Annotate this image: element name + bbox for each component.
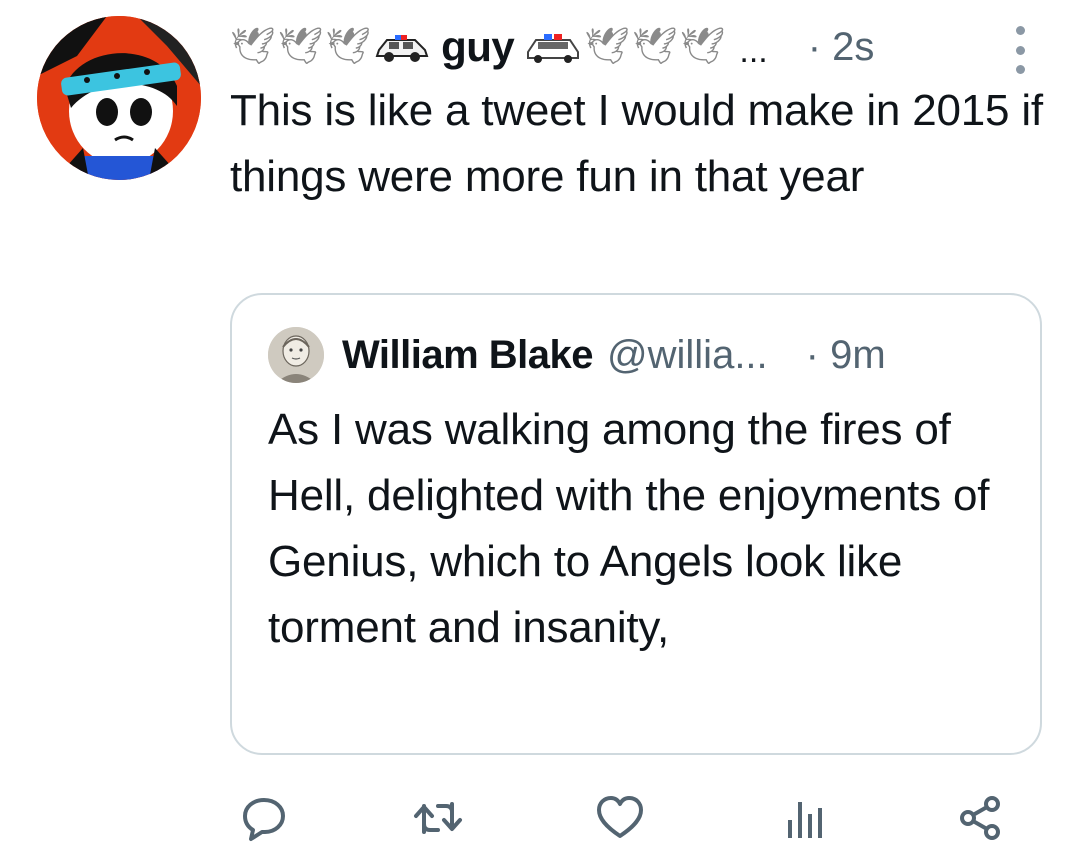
dove-icon: 🕊: [631, 26, 678, 67]
quoted-timestamp: · 9m: [805, 332, 886, 377]
quoted-author-avatar: [268, 327, 324, 383]
more-options-icon[interactable]: [1000, 22, 1040, 78]
police-car-icon: [524, 30, 582, 64]
police-car-icon: [373, 30, 431, 64]
dove-icon: 🕊: [679, 26, 726, 67]
quoted-tweet[interactable]: William Blake @willia... · 9m As I was w…: [230, 293, 1042, 755]
analytics-icon: [788, 802, 822, 838]
views-button[interactable]: [776, 790, 832, 846]
reply-button[interactable]: [236, 790, 292, 846]
author-avatar[interactable]: [37, 16, 201, 180]
heart-icon: [597, 796, 643, 838]
quoted-author-name: William Blake: [342, 332, 594, 377]
quoted-tweet-header: William Blake @willia... · 9m: [268, 325, 1008, 385]
dove-icon: 🕊: [325, 26, 372, 67]
share-button[interactable]: [952, 790, 1008, 846]
dove-icon: 🕊: [277, 26, 324, 67]
trailing-emoji-strip: 🕊 🕊 🕊: [524, 29, 725, 65]
repost-button[interactable]: [410, 790, 466, 846]
action-bar: [230, 790, 1010, 846]
post-text: This is like a tweet I would make in 201…: [230, 86, 1043, 201]
author-display-name[interactable]: guy: [441, 23, 515, 71]
dove-icon: 🕊: [584, 26, 630, 67]
post-timestamp[interactable]: · 2s: [808, 25, 875, 70]
quoted-tweet-text: As I was walking among the fires of Hell…: [268, 405, 990, 652]
leading-emoji-strip: 🕊 🕊 🕊: [230, 29, 431, 65]
repost-icon: [414, 802, 462, 834]
share-icon: [960, 796, 1000, 840]
quoted-author-handle: @willia...: [607, 332, 768, 377]
name-overflow: ...: [739, 31, 768, 70]
dove-icon: 🕊: [230, 26, 276, 67]
like-button[interactable]: [592, 790, 648, 846]
reply-icon: [243, 798, 285, 841]
post-header: 🕊 🕊 🕊 guy 🕊 🕊 🕊 ... · 2s: [230, 12, 1040, 82]
tweet[interactable]: 🕊 🕊 🕊 guy 🕊 🕊 🕊 ... · 2s This is like a …: [0, 0, 1080, 848]
